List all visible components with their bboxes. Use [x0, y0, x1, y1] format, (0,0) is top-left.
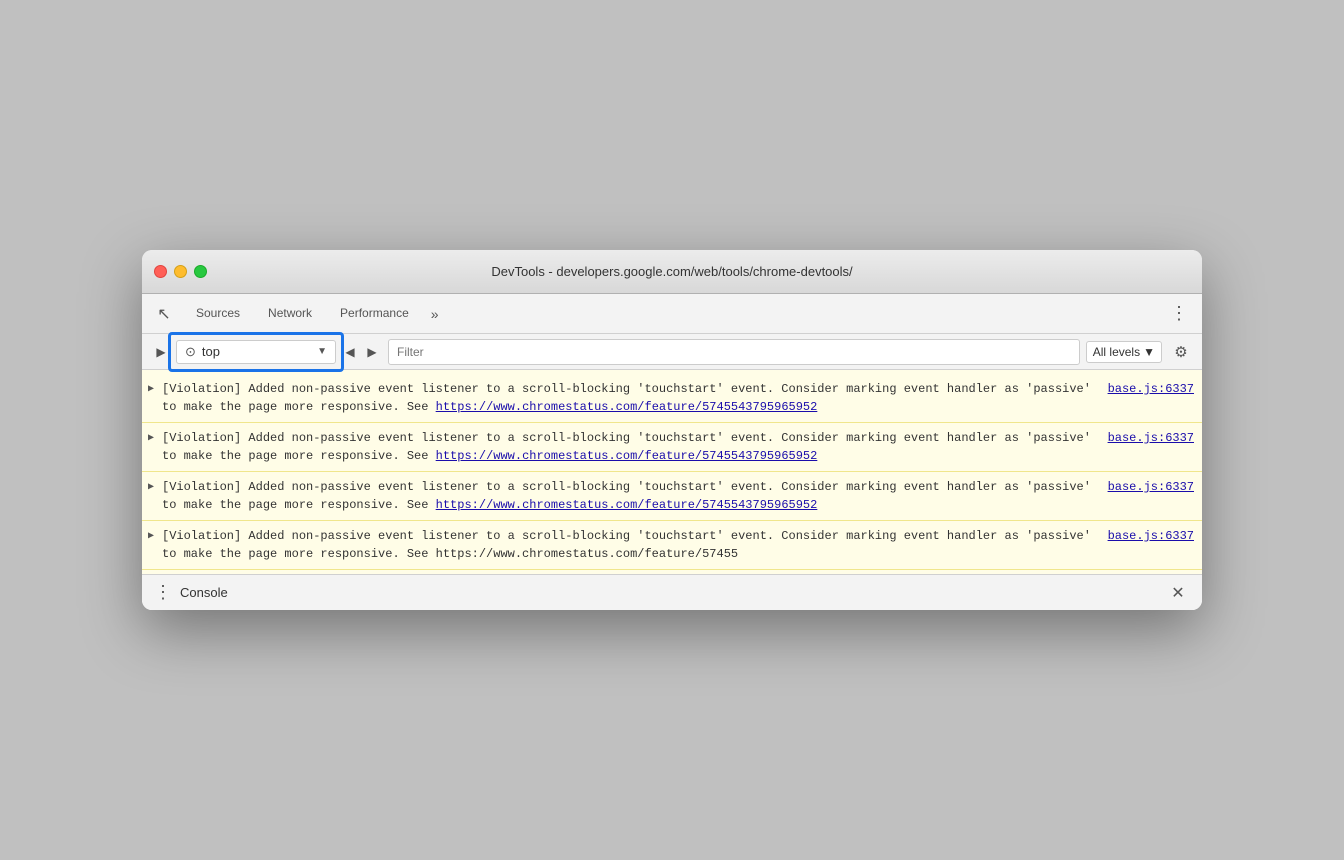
cursor-tool-icon[interactable]: ↖ [150, 300, 178, 328]
context-selector[interactable]: ⊙ top ▼ [176, 340, 336, 364]
console-message: ▶ [Violation] Added non-passive event li… [142, 521, 1202, 570]
close-console-button[interactable]: ✕ [1166, 581, 1190, 605]
message-source-link[interactable]: base.js:6337 [1108, 527, 1194, 545]
message-link[interactable]: https://www.chromestatus.com/feature/574… [436, 449, 818, 463]
minimize-button[interactable] [174, 265, 187, 278]
console-title: Console [180, 585, 228, 600]
expand-arrow-icon[interactable]: ▶ [148, 431, 154, 446]
filter-input[interactable] [388, 339, 1080, 365]
message-source-link[interactable]: base.js:6337 [1108, 478, 1194, 496]
message-body: [Violation] Added non-passive event list… [162, 527, 1100, 563]
message-link[interactable]: https://www.chromestatus.com/feature/574… [436, 498, 818, 512]
nav-back-icon[interactable]: ◀ [340, 342, 360, 362]
traffic-lights [154, 265, 207, 278]
console-menu-icon[interactable]: ⋮ [154, 582, 172, 603]
window-title: DevTools - developers.google.com/web/too… [491, 264, 852, 279]
expand-arrow-icon[interactable]: ▶ [148, 480, 154, 495]
more-tabs-button[interactable]: » [423, 302, 447, 326]
main-toolbar: ↖ Sources Network Performance » ⋮ [142, 294, 1202, 334]
nav-arrows: ◀ ▶ [340, 342, 382, 362]
levels-arrow-icon: ▼ [1143, 345, 1155, 359]
titlebar: DevTools - developers.google.com/web/too… [142, 250, 1202, 294]
console-toolbar: ▶ ⊙ top ▼ ◀ ▶ All levels ▼ [142, 334, 1202, 370]
message-text: [Violation] Added non-passive event list… [162, 527, 1100, 563]
message-source-link[interactable]: base.js:6337 [1108, 380, 1194, 398]
message-text: [Violation] Added non-passive event list… [162, 478, 1100, 514]
message-text: [Violation] Added non-passive event list… [162, 429, 1100, 465]
nav-forward-icon[interactable]: ▶ [362, 342, 382, 362]
devtools-menu-button[interactable]: ⋮ [1164, 299, 1194, 328]
console-toolbar-left: ▶ ⊙ top ▼ ◀ ▶ [150, 340, 382, 364]
maximize-button[interactable] [194, 265, 207, 278]
message-source-link[interactable]: base.js:6337 [1108, 429, 1194, 447]
console-output: ▶ [Violation] Added non-passive event li… [142, 370, 1202, 574]
message-body: [Violation] Added non-passive event list… [162, 429, 1100, 465]
console-message: ▶ [Violation] Added non-passive event li… [142, 472, 1202, 521]
toolbar-tabs: Sources Network Performance » [182, 300, 669, 328]
tab-performance[interactable]: Performance [326, 300, 423, 328]
settings-button[interactable]: ⚙ [1168, 339, 1194, 365]
message-link[interactable]: https://www.chromestatus.com/feature/574… [436, 400, 818, 414]
context-icon: ⊙ [185, 344, 196, 360]
cursor-icon: ↖ [157, 304, 170, 324]
message-body: [Violation] Added non-passive event list… [162, 380, 1100, 416]
expand-arrow-icon[interactable]: ▶ [148, 382, 154, 397]
message-body: [Violation] Added non-passive event list… [162, 478, 1100, 514]
tab-network[interactable]: Network [254, 300, 326, 328]
context-value: top [202, 344, 311, 359]
play-icon: ▶ [156, 345, 165, 359]
console-bottom-bar: ⋮ Console ✕ [142, 574, 1202, 610]
context-selector-wrapper: ⊙ top ▼ [176, 340, 336, 364]
devtools-panel: ↖ Sources Network Performance » ⋮ ▶ ⊙ [142, 294, 1202, 610]
tab-sources[interactable]: Sources [182, 300, 254, 328]
console-message: ▶ [Violation] Added non-passive event li… [142, 423, 1202, 472]
gear-icon: ⚙ [1174, 343, 1187, 361]
devtools-window: DevTools - developers.google.com/web/too… [142, 250, 1202, 610]
expand-arrow-icon[interactable]: ▶ [148, 529, 154, 544]
close-button[interactable] [154, 265, 167, 278]
execute-button[interactable]: ▶ [150, 341, 172, 363]
message-text: [Violation] Added non-passive event list… [162, 380, 1100, 416]
console-message: ▶ [Violation] Added non-passive event li… [142, 374, 1202, 423]
levels-label: All levels [1093, 345, 1140, 359]
context-arrow-icon: ▼ [317, 346, 327, 357]
log-levels-selector[interactable]: All levels ▼ [1086, 341, 1162, 363]
